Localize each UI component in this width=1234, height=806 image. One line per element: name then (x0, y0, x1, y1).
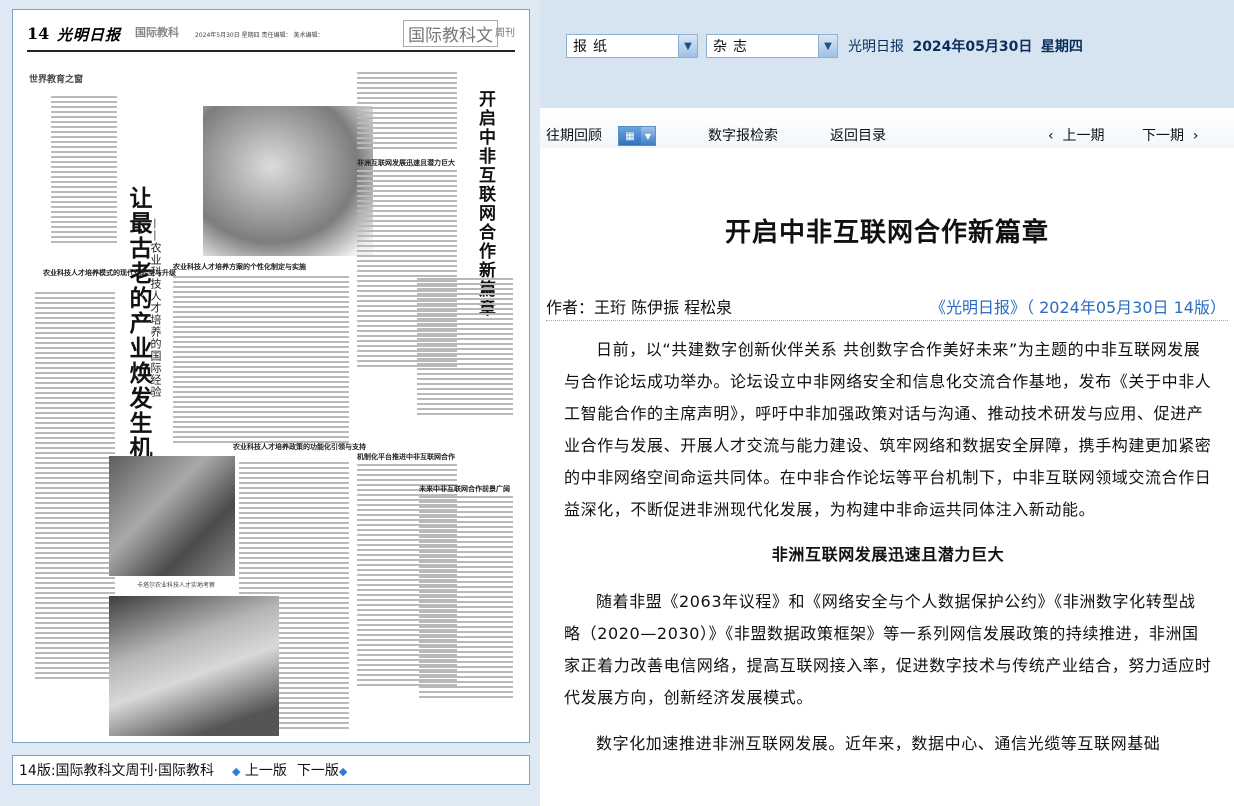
newspaper-panel: 14 光明日报 国际教科 2024年5月30日 星期四 责任编辑： 美术编辑： … (0, 0, 540, 806)
next-issue-text: 下一期 (1142, 128, 1184, 144)
magazine-select-value: 杂志 (713, 39, 753, 55)
section-heading: 非洲互联网发展迅速且潜力巨大 (771, 545, 1005, 564)
past-review-link[interactable]: 往期回顾 (546, 125, 602, 145)
subhead-modernization: 农业科技人才培养模式的现代化转型与升级 (43, 269, 176, 277)
article-authors: 作者：王珩 陈伊振 程松泉 (546, 298, 733, 317)
page-number: 14 (27, 24, 50, 43)
top-header-bar: 报纸 ▼ 杂志 ▼ 光明日报 2024年05月30日 星期四 (540, 0, 1234, 108)
column-title: 国际教科文 (403, 20, 498, 47)
current-page-label[interactable]: 14版:国际教科文周刊·国际教科 (19, 760, 214, 780)
digital-search-link[interactable]: 数字报检索 (708, 125, 778, 145)
greenhouse-photo (109, 596, 279, 736)
prev-page-link[interactable]: ◆ 上一版 (232, 760, 287, 780)
triangle-right-icon: ◆ (338, 765, 348, 778)
header-date: 光明日报 2024年05月30日 星期四 (848, 36, 1083, 56)
chevron-left-icon: ‹ (1048, 128, 1054, 144)
prev-issue-text: 上一期 (1062, 128, 1105, 144)
article-paragraph: 数字化加速推进非洲互联网发展。近年来，数据中心、通信光缆等互联网基础 (596, 734, 1161, 753)
masthead-logo: 光明日报 (57, 26, 122, 44)
subhead-mechanism: 机制化平台推进中非互联网合作 (357, 453, 455, 461)
issue-weekday: 星期四 (1040, 39, 1083, 55)
left-article-text-col2[interactable] (173, 276, 349, 446)
article-source: 《光明日报》（ 2024年05月30日 14版） (930, 298, 1226, 317)
magazine-select[interactable]: 杂志 ▼ (706, 34, 838, 58)
article-title: 开启中非互联网合作新篇章 (724, 218, 1049, 248)
subhead-africa-internet: 非洲互联网发展迅速且潜力巨大 (357, 159, 455, 167)
next-page-text: 下一版 (296, 763, 339, 779)
calendar-picker-button[interactable]: ▦ ▼ (618, 126, 656, 146)
article-body: 日前，以“共建数字创新伙伴关系 共创数字合作美好未来”为主题的中非互联网发展与合… (564, 334, 1212, 760)
newspaper-page-header: 14 光明日报 国际教科 2024年5月30日 星期四 责任编辑： 美术编辑： … (27, 20, 515, 52)
page-date-line: 2024年5月30日 星期四 责任编辑： 美术编辑： (195, 32, 324, 39)
chevron-down-icon: ▼ (641, 127, 655, 145)
calendar-icon: ▦ (619, 127, 641, 145)
intro-text-block[interactable] (51, 96, 117, 246)
page-pager: 14版:国际教科文周刊·国际教科 ◆ 上一版 下一版◆ (12, 755, 530, 785)
prev-page-text: 上一版 (244, 763, 287, 779)
right-article-text-col3[interactable] (417, 278, 513, 418)
robot-arm-photo (203, 106, 373, 256)
chevron-down-icon[interactable]: ▼ (818, 35, 837, 57)
section-name: 国际教科 (135, 26, 179, 39)
farm-photo (109, 456, 235, 576)
chevron-right-icon: › (1192, 128, 1199, 144)
newspaper-select-value: 报纸 (573, 39, 613, 55)
paper-name: 光明日报 (848, 39, 904, 55)
next-page-link[interactable]: 下一版◆ (297, 760, 347, 780)
subhead-personalized: 农业科技人才培养方案的个性化制定与实施 (173, 263, 306, 271)
chevron-down-icon[interactable]: ▼ (678, 35, 697, 57)
prev-issue-link[interactable]: ‹ 上一期 (1048, 125, 1105, 145)
column-subtitle: 周刊 (495, 28, 515, 39)
subhead-future: 未来中非互联网合作前景广阔 (419, 485, 510, 493)
issue-date: 2024年05月30日 (912, 39, 1033, 55)
divider (546, 320, 1228, 321)
left-article-subheadline: ——农业科技人才培养的国际经验 (149, 218, 162, 398)
navigation-bar: 往期回顾 ▦ ▼ 数字报检索 返回目录 ‹ 上一期 下一期 › (540, 108, 1234, 149)
newspaper-page-image[interactable]: 14 光明日报 国际教科 2024年5月30日 星期四 责任编辑： 美术编辑： … (12, 9, 530, 743)
right-article-text-col5[interactable] (419, 496, 513, 701)
photo-caption: 卡塔尔农业科技人才实地考察 (137, 582, 216, 589)
sub-section-label: 世界教育之窗 (29, 75, 84, 85)
triangle-left-icon: ◆ (231, 765, 241, 778)
left-article-text-col1[interactable] (35, 292, 115, 682)
article-content: 开启中非互联网合作新篇章 作者：王珩 陈伊振 程松泉 《光明日报》（ 2024年… (540, 148, 1234, 806)
newspaper-select[interactable]: 报纸 ▼ (566, 34, 698, 58)
subhead-policy: 农业科技人才培养政策的功能化引领与支持 (233, 443, 366, 451)
right-article-text-col1[interactable] (357, 72, 457, 152)
next-issue-link[interactable]: 下一期 › (1142, 125, 1199, 145)
back-to-index-link[interactable]: 返回目录 (830, 125, 886, 145)
article-paragraph: 日前，以“共建数字创新伙伴关系 共创数字合作美好未来”为主题的中非互联网发展与合… (564, 340, 1212, 519)
article-paragraph: 随着非盟《2063年议程》和《网络安全与个人数据保护公约》《非洲数字化转型战略（… (564, 592, 1212, 707)
